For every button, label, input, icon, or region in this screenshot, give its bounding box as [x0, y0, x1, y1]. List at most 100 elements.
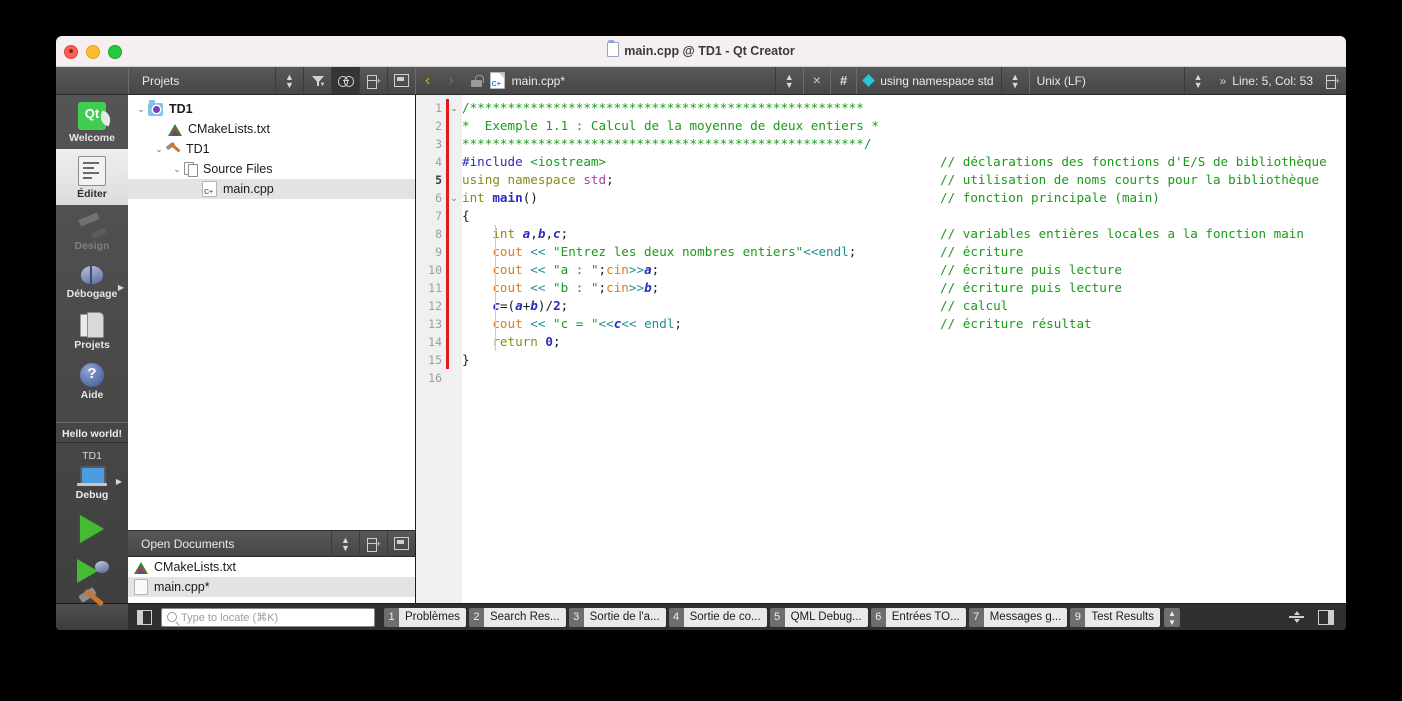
output-tab[interactable]: 9 Test Results [1070, 607, 1160, 627]
search-input[interactable]: Type to locate (⌘K) [161, 607, 375, 627]
build-button[interactable] [77, 587, 107, 607]
line-number: 3 [435, 137, 442, 151]
code-token: =( [499, 298, 516, 313]
line-ending-selector[interactable]: Unix (LF) [1028, 67, 1184, 94]
code-token: << [530, 316, 546, 331]
tree-item-td1-target[interactable]: ⌄ TD1 [128, 139, 415, 159]
project-tree[interactable]: ⌄ TD1 ▼ CMakeLists.txt ⌄ TD1 ⌄ S [128, 95, 415, 530]
toggle-sidebar-button[interactable] [137, 609, 152, 625]
search-icon [167, 612, 177, 622]
code-line[interactable]: * Exemple 1.1 : Calcul de la moyenne de … [462, 117, 1346, 135]
sidebar-item-editer[interactable]: Éditer [56, 149, 128, 205]
code-line[interactable]: int main() [462, 189, 1346, 207]
open-document-label: main.cpp* [154, 580, 210, 594]
output-tab[interactable]: 2 Search Res... [468, 607, 566, 627]
sidebar-item-debogage[interactable]: ▶ Débogage [56, 257, 128, 305]
sync-with-editor-button[interactable] [331, 67, 359, 94]
projects-panel-header: Projets ▲ ▼ ▼ + [128, 67, 415, 94]
status-bar: Type to locate (⌘K) 1 Problèmes 2 Search Re… [56, 603, 1346, 630]
output-tab[interactable]: 1 Problèmes [384, 607, 466, 627]
file-list-dropdown[interactable]: ▲ ▼ [774, 67, 803, 94]
chevron-down-icon[interactable]: ⌄ [134, 104, 148, 115]
code-line[interactable]: { [462, 207, 1346, 225]
open-document-main-cpp[interactable]: main.cpp* [128, 577, 415, 597]
output-tab-number: 7 [968, 607, 984, 627]
code-text-area[interactable]: // déclarations des fonctions d'E/S de b… [462, 95, 1346, 603]
close-document-button[interactable]: × [802, 67, 830, 94]
code-line[interactable]: /***************************************… [462, 99, 1346, 117]
output-tab-label: QML Debug... [784, 607, 868, 627]
code-token: ; [606, 172, 614, 187]
sidebar-item-aide[interactable]: Aide [56, 356, 128, 406]
kit-selector[interactable]: Hello world! [56, 422, 128, 443]
open-documents-close-button[interactable] [387, 530, 415, 557]
output-pane-selector[interactable]: ▲ ▼ [1163, 607, 1180, 627]
tree-item-td1-project[interactable]: ⌄ TD1 [128, 99, 415, 119]
cpp-file-icon [489, 72, 505, 89]
split-editor-button[interactable]: + [1319, 67, 1346, 94]
cmake-icon [134, 561, 148, 574]
panel-selector-dropdown[interactable]: ▲ ▼ [275, 67, 303, 94]
toggle-output-pane-button[interactable] [1289, 611, 1304, 623]
tree-item-main-cpp[interactable]: main.cpp [128, 179, 415, 199]
code-line[interactable]: ****************************************… [462, 135, 1346, 153]
toolbar-overflow-button[interactable]: » [1212, 74, 1227, 88]
run-button[interactable] [80, 515, 104, 543]
code-token: return [492, 334, 546, 349]
search-placeholder: Type to locate (⌘K) [181, 611, 279, 624]
fold-marker-column[interactable]: ⌄ ⌄ [446, 95, 462, 603]
code-line[interactable]: cout << "b : ";cin>>b; [462, 279, 1346, 297]
line-number: 2 [435, 119, 442, 133]
output-tab[interactable]: 4 Sortie de co... [668, 607, 767, 627]
code-token: ; [848, 244, 857, 259]
toggle-right-sidebar-button[interactable] [1318, 609, 1334, 625]
open-documents-split-button[interactable]: + [359, 530, 387, 557]
line-ending-dropdown[interactable]: ▲ ▼ [1183, 67, 1212, 94]
code-token: a [644, 262, 652, 277]
open-documents-list[interactable]: CMakeLists.txt main.cpp* [128, 557, 415, 603]
code-token: int [462, 190, 493, 205]
kit-target-name: TD1 [82, 450, 102, 462]
code-line[interactable]: cout << "a : ";cin>>a; [462, 261, 1346, 279]
output-tab[interactable]: 3 Sortie de l'a... [568, 607, 666, 627]
sidebar-item-projets[interactable]: Projets [56, 305, 128, 356]
code-line[interactable] [462, 369, 1346, 387]
code-editor[interactable]: 1 2 3 4 5 6 7 8 9 10 11 12 13 14 15 16 ⌄ ⌄ // déclaratio… [416, 95, 1346, 603]
navigate-back-button[interactable]: ‹ [416, 67, 439, 94]
code-line[interactable]: cout << "c = "<<c<< endl; [462, 315, 1346, 333]
output-tab-label: Sortie de l'a... [583, 607, 666, 627]
inline-comment: // fonction principale (main) [940, 190, 1160, 205]
lock-icon[interactable] [470, 74, 484, 87]
tree-item-cmakelists[interactable]: ▼ CMakeLists.txt [128, 119, 415, 139]
output-tab[interactable]: 5 QML Debug... [769, 607, 868, 627]
line-number-toggle-button[interactable]: # [829, 67, 856, 94]
inline-comment: // écriture puis lecture [940, 280, 1122, 295]
open-documents-selector-dropdown[interactable]: ▲ ▼ [331, 530, 359, 557]
open-document-cmakelists[interactable]: CMakeLists.txt [128, 557, 415, 577]
output-tab[interactable]: 7 Messages g... [968, 607, 1068, 627]
navigate-forward-button[interactable]: › [439, 67, 462, 94]
debug-button[interactable] [75, 559, 109, 583]
chevron-down-icon[interactable]: ⌄ [152, 144, 166, 155]
filter-button[interactable]: ▼ [303, 67, 331, 94]
code-line[interactable]: } [462, 351, 1346, 369]
symbol-dropdown[interactable]: ▲ ▼ [1000, 67, 1029, 94]
code-line[interactable]: c=(a+b)/2; [462, 297, 1346, 315]
close-panel-button[interactable] [387, 67, 415, 94]
code-line[interactable]: return 0; [462, 333, 1346, 351]
code-token: , [545, 226, 554, 241]
cursor-position-label[interactable]: Line: 5, Col: 53 [1226, 74, 1319, 88]
split-add-icon: + [367, 74, 381, 89]
updown-icon: ▲ ▼ [285, 71, 294, 90]
output-tab-number: 1 [384, 607, 399, 627]
split-panel-button[interactable]: + [359, 67, 387, 94]
output-tab[interactable]: 6 Entrées TO... [870, 607, 966, 627]
sidebar-item-welcome[interactable]: Welcome [56, 95, 128, 149]
chevron-down-icon[interactable]: ⌄ [170, 164, 184, 175]
sidebar-item-design[interactable]: Design [56, 205, 128, 257]
open-file-name[interactable]: main.cpp* [512, 74, 775, 88]
code-line[interactable]: cout << "Entrez les deux nombres entiers… [462, 243, 1346, 261]
tree-item-source-files[interactable]: ⌄ Source Files [128, 159, 415, 179]
symbol-selector[interactable]: using namespace std [856, 67, 1000, 94]
